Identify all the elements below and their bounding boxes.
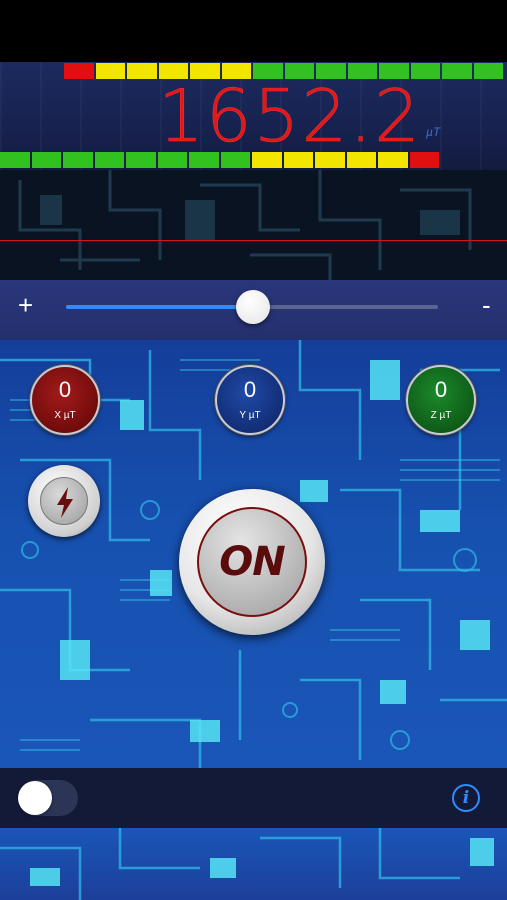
slider-fill (66, 305, 256, 309)
led-segment (378, 152, 408, 168)
led-segment (126, 152, 156, 168)
reading-unit: µT (426, 125, 441, 139)
led-segment (473, 63, 503, 79)
y-axis-label: Y µT (239, 410, 261, 421)
lightning-bolt-icon (57, 487, 73, 518)
z-axis-value: 0 (434, 377, 448, 402)
footer-circuit-pattern (0, 828, 494, 900)
led-segment (315, 152, 345, 168)
field-strength-reading: 1652.2 (158, 74, 422, 158)
flashlight-button[interactable] (28, 465, 100, 537)
power-button-label: ON (219, 539, 285, 585)
led-segment (64, 63, 94, 79)
power-button-face: ON (197, 507, 307, 617)
led-segment (409, 152, 439, 168)
led-segment (346, 152, 376, 168)
z-axis-label: Z µT (430, 410, 452, 421)
led-segment (31, 152, 61, 168)
led-segment (252, 152, 282, 168)
led-segment (157, 152, 187, 168)
z-axis-gauge: 0 Z µT (406, 365, 476, 435)
led-segment (189, 152, 219, 168)
increase-label[interactable]: + (18, 290, 38, 320)
led-segment (283, 152, 313, 168)
mode-toggle[interactable] (18, 780, 78, 816)
x-axis-label: X µT (54, 410, 76, 421)
led-segment (442, 63, 472, 79)
power-on-button[interactable]: ON (179, 489, 325, 635)
led-segment (63, 152, 93, 168)
signal-graph (0, 170, 507, 280)
graph-background-pattern (18, 170, 472, 280)
toggle-knob[interactable] (18, 781, 52, 815)
y-axis-gauge: 0 Y µT (215, 365, 285, 435)
led-bar-bottom (0, 152, 439, 168)
flashlight-button-face (40, 477, 88, 525)
x-axis-value: 0 (58, 377, 72, 402)
led-segment (94, 152, 124, 168)
status-bar (0, 0, 507, 62)
sensitivity-slider-thumb[interactable] (236, 290, 270, 324)
info-icon[interactable]: i (452, 784, 480, 812)
x-axis-gauge: 0 X µT (30, 365, 100, 435)
signal-trace (0, 240, 507, 241)
decrease-label[interactable]: - (482, 290, 498, 320)
y-axis-value: 0 (243, 377, 257, 402)
led-segment (95, 63, 125, 79)
led-segment (0, 152, 30, 168)
circuit-board-footer (0, 828, 507, 900)
led-segment (220, 152, 250, 168)
